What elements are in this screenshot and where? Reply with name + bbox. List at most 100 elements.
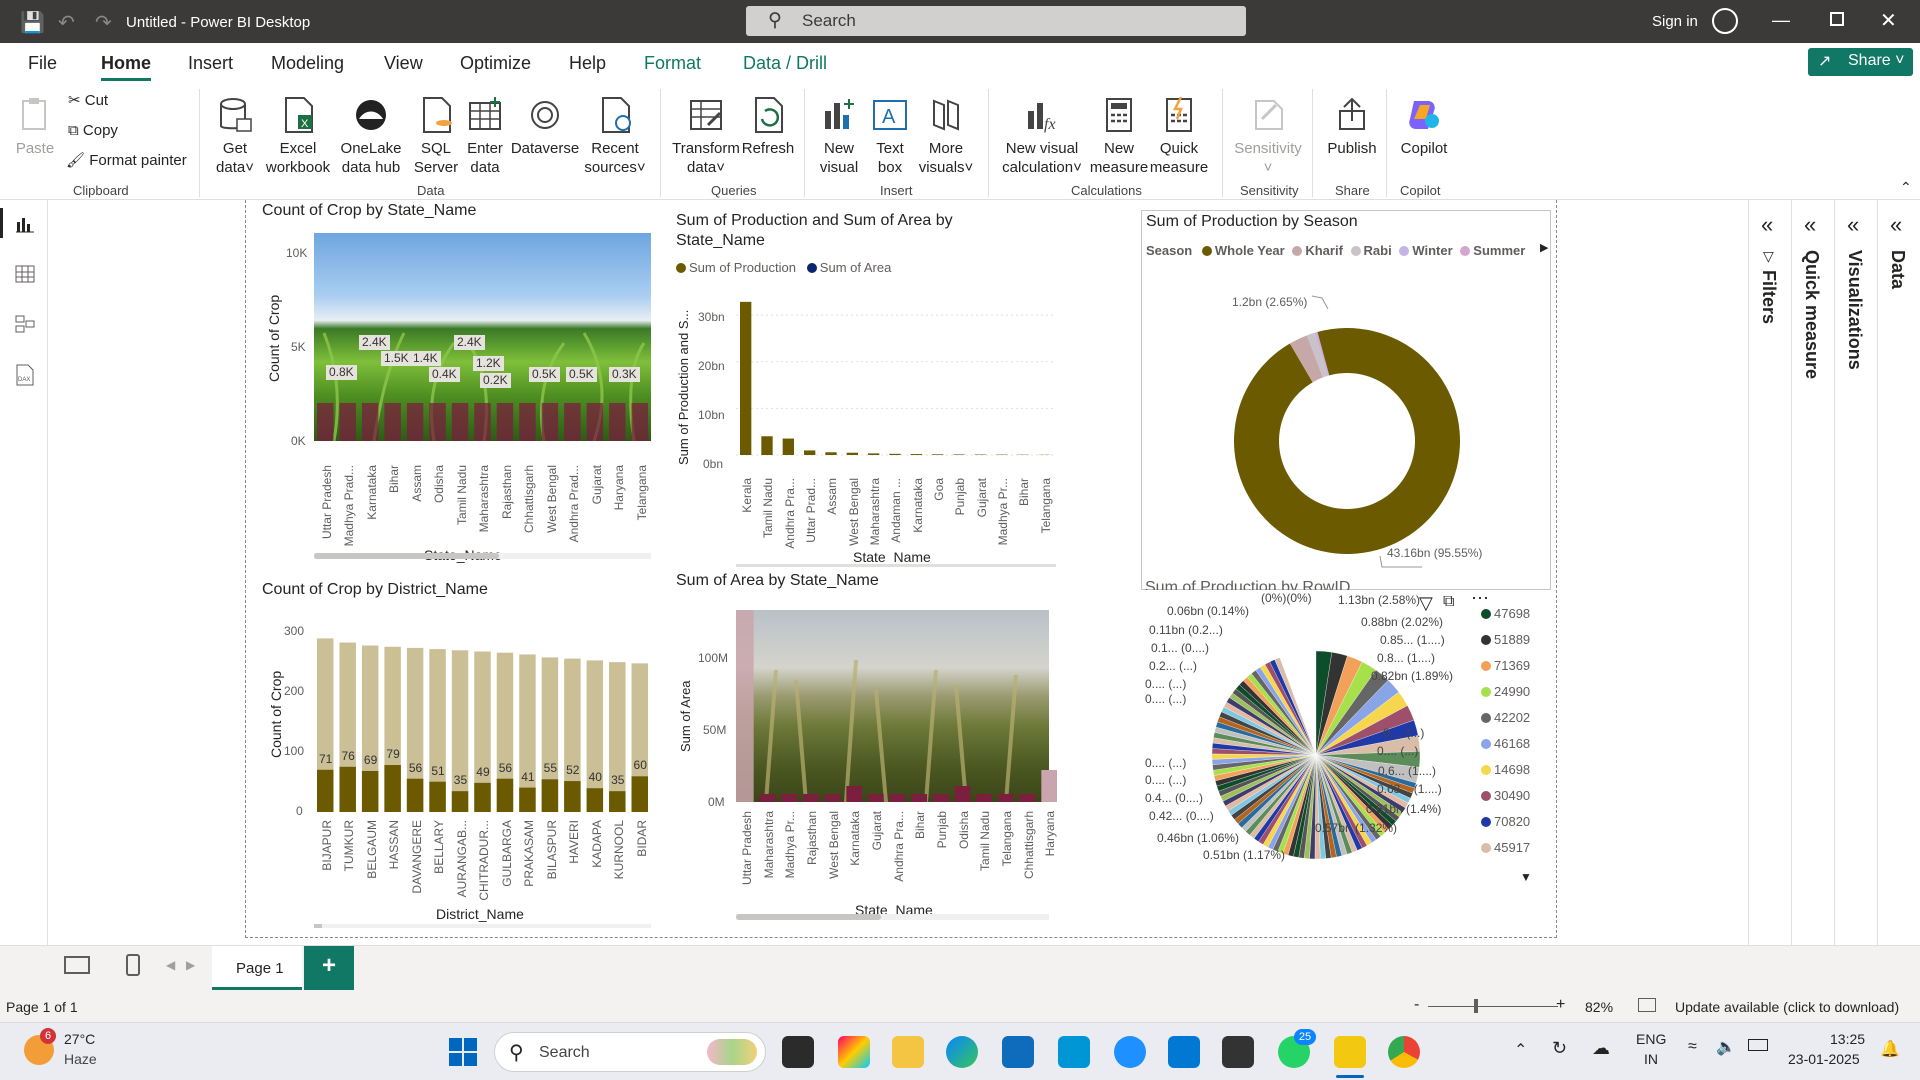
- quick-measure-button[interactable]: Quick measure: [1148, 95, 1210, 177]
- model-view-icon[interactable]: [15, 314, 35, 334]
- chart5-bar[interactable]: [868, 794, 884, 802]
- chrome-icon[interactable]: [1388, 1036, 1420, 1068]
- chart6-legend-item[interactable]: 70820: [1481, 814, 1530, 840]
- transform-data-button[interactable]: Transform data˅: [670, 95, 742, 177]
- chart4-bar-segment[interactable]: [429, 781, 446, 812]
- chart2-bar[interactable]: [740, 301, 752, 455]
- chart5-bar[interactable]: [1041, 770, 1057, 802]
- menu-insert[interactable]: Insert: [188, 53, 233, 74]
- more-visuals-button[interactable]: More visuals˅: [914, 95, 978, 177]
- chart-crop-by-state[interactable]: Count of Crop by State_Name Count of Cro…: [246, 200, 666, 565]
- chart5-bar[interactable]: [781, 794, 797, 802]
- copilot-taskbar-icon[interactable]: [838, 1036, 870, 1068]
- chart1-bar[interactable]: [474, 403, 491, 441]
- zoom-slider-thumb[interactable]: [1474, 999, 1478, 1013]
- copy-button[interactable]: ⧉ Copy: [68, 121, 118, 140]
- chart-area-by-state[interactable]: Sum of Area by State_Name Sum of Area 10…: [656, 570, 1066, 938]
- chart6-legend-item[interactable]: 47698: [1481, 606, 1530, 632]
- page-tab-page1[interactable]: Page 1: [212, 946, 302, 990]
- chart1-bar[interactable]: [631, 403, 648, 441]
- edge-icon[interactable]: [946, 1036, 978, 1068]
- update-notice[interactable]: Update available (click to download): [1675, 999, 1899, 1015]
- chart1-bar[interactable]: [541, 403, 559, 441]
- enter-data-button[interactable]: Enter data: [464, 95, 506, 177]
- chart4-bar-segment[interactable]: [586, 788, 604, 812]
- chart5-bar[interactable]: [846, 786, 862, 802]
- chart5-bar[interactable]: [1019, 794, 1036, 802]
- legend-next-arrow[interactable]: ▶: [1540, 241, 1548, 254]
- filters-pane[interactable]: « ▽ Filters: [1748, 200, 1791, 945]
- publish-button[interactable]: Publish: [1324, 95, 1380, 158]
- myhp-icon[interactable]: [1058, 1036, 1090, 1068]
- menu-file[interactable]: File: [28, 53, 57, 74]
- chart2-bar[interactable]: [953, 454, 965, 455]
- menu-data-drill[interactable]: Data / Drill: [743, 53, 827, 74]
- menu-home[interactable]: Home: [101, 53, 151, 74]
- cloud-icon[interactable]: ☁: [1592, 1038, 1610, 1059]
- chart4-bar-segment[interactable]: [474, 782, 491, 812]
- chart5-bar[interactable]: [759, 794, 776, 802]
- chart1-bar[interactable]: [564, 403, 581, 441]
- sync-icon[interactable]: ↻: [1552, 1038, 1567, 1059]
- menu-optimize[interactable]: Optimize: [460, 53, 531, 74]
- visualizations-pane[interactable]: « Visualizations: [1834, 200, 1877, 945]
- chart-production-by-season[interactable]: Sum of Production by Season Season Whole…: [1141, 210, 1551, 590]
- onelake-button[interactable]: OneLake data hub: [330, 95, 412, 177]
- chart6-legend-item[interactable]: 42202: [1481, 710, 1530, 736]
- undo-icon[interactable]: ↶: [58, 10, 75, 35]
- chart4-bar[interactable]: [609, 662, 626, 812]
- maximize-icon[interactable]: [1830, 12, 1844, 26]
- format-painter-button[interactable]: 🖌 Format painter: [66, 151, 187, 170]
- chart6-legend-item[interactable]: 51889: [1481, 632, 1530, 658]
- collapse-ribbon-icon[interactable]: ⌃: [1900, 179, 1912, 196]
- chart6-legend-item[interactable]: 14698: [1481, 762, 1530, 788]
- dataverse-button[interactable]: Dataverse: [510, 95, 580, 158]
- chart5-bar[interactable]: [998, 794, 1014, 802]
- chart4-bar-segment[interactable]: [631, 776, 648, 812]
- fit-to-page-icon[interactable]: [1638, 998, 1656, 1012]
- show-hidden-icons[interactable]: ⌃: [1514, 1040, 1527, 1060]
- chart2-bar[interactable]: [868, 453, 880, 455]
- chart2-bar[interactable]: [846, 452, 858, 455]
- expand-filters-icon[interactable]: «: [1761, 212, 1773, 238]
- cut-button[interactable]: ✂ Cut: [68, 91, 108, 110]
- task-view-icon[interactable]: [782, 1036, 814, 1068]
- expand-data-icon[interactable]: «: [1890, 212, 1902, 238]
- recent-sources-button[interactable]: Recent sources˅: [584, 95, 646, 177]
- chart2-bar[interactable]: [910, 454, 922, 455]
- chart2-bar[interactable]: [825, 452, 837, 455]
- refresh-button[interactable]: Refresh: [740, 95, 796, 158]
- chart5-scrollbar[interactable]: [736, 914, 1049, 920]
- powerbi-taskbar-icon[interactable]: [1334, 1036, 1366, 1068]
- chart4-bar-segment[interactable]: [541, 779, 559, 812]
- search-input[interactable]: ⚲ Search: [746, 6, 1246, 36]
- volume-icon[interactable]: 🔈: [1716, 1037, 1736, 1057]
- clock-date[interactable]: 23-01-2025: [1788, 1051, 1860, 1067]
- chart5-bar[interactable]: [889, 794, 906, 802]
- menu-format[interactable]: Format: [644, 53, 701, 74]
- file-explorer-icon[interactable]: [892, 1036, 924, 1068]
- legend-scroll-down-icon[interactable]: ▼: [1520, 870, 1532, 884]
- expand-quick-measure-icon[interactable]: «: [1804, 212, 1816, 238]
- taskbar-search[interactable]: ⚲ Search: [494, 1032, 766, 1072]
- chart2-bar[interactable]: [932, 454, 944, 455]
- chart1-bar[interactable]: [317, 403, 334, 441]
- chart5-bar[interactable]: [976, 794, 992, 802]
- chart1-bar[interactable]: [339, 403, 356, 441]
- menu-modeling[interactable]: Modeling: [271, 53, 344, 74]
- menu-help[interactable]: Help: [569, 53, 606, 74]
- chart1-bar[interactable]: [429, 403, 446, 441]
- zoom-slider[interactable]: [1428, 1006, 1558, 1007]
- chart6-legend-item[interactable]: 30490: [1481, 788, 1530, 814]
- get-data-button[interactable]: Get data˅: [213, 95, 257, 177]
- clock-time[interactable]: 13:25: [1830, 1031, 1865, 1047]
- new-visual-button[interactable]: New visual: [816, 95, 862, 177]
- chart6-legend-item[interactable]: 45917: [1481, 840, 1530, 866]
- chart1-bar[interactable]: [361, 403, 379, 441]
- focus-mode-icon[interactable]: ⧉: [1443, 593, 1454, 611]
- chart4-bar-segment[interactable]: [406, 778, 424, 812]
- chart5-bar[interactable]: [954, 786, 971, 802]
- data-pane[interactable]: « Data: [1877, 200, 1920, 945]
- mobile-layout-icon[interactable]: [126, 954, 140, 976]
- chart1-bar[interactable]: [519, 403, 536, 441]
